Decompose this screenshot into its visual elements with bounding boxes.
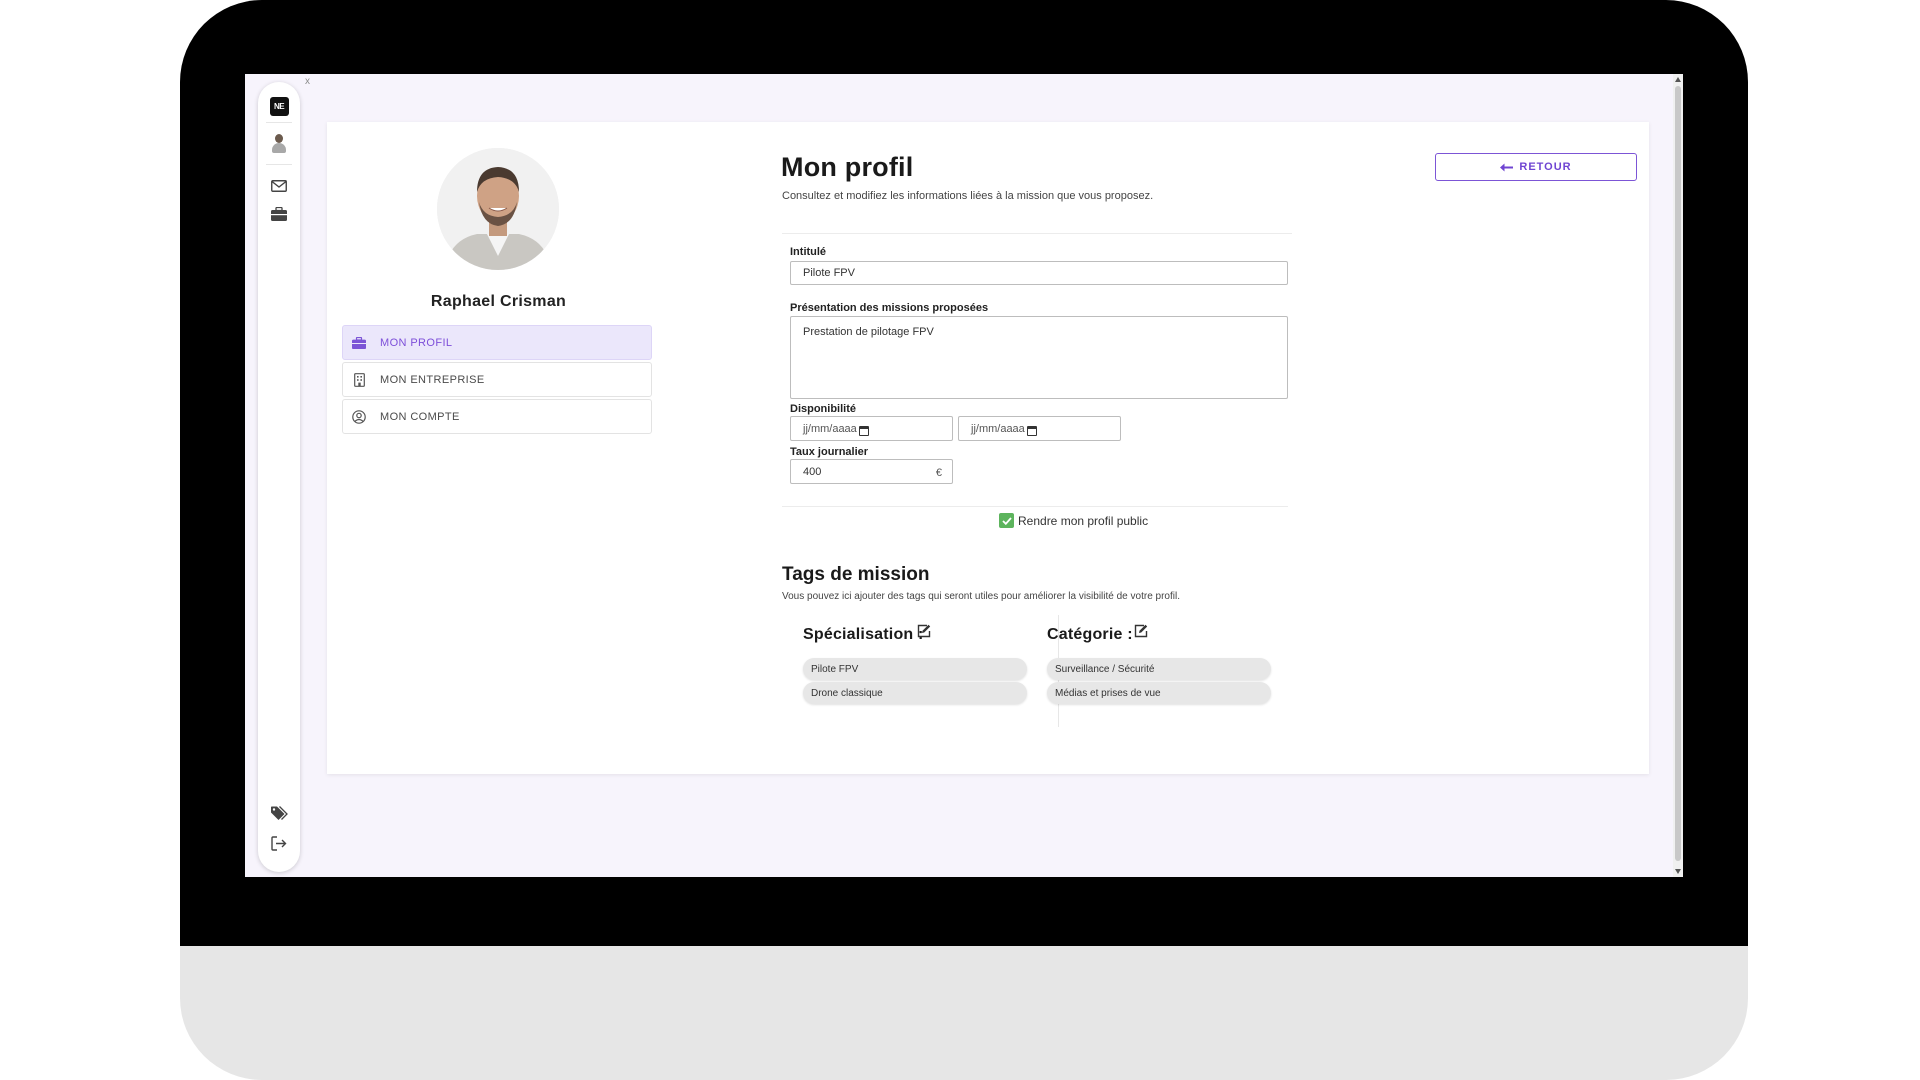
specialisation-tag[interactable]: Drone classique — [803, 682, 1027, 704]
nav-item-label: MON PROFIL — [380, 336, 453, 349]
user-circle-icon — [351, 409, 367, 425]
tags-icon — [270, 805, 288, 820]
sidebar-item-tags[interactable] — [258, 801, 300, 825]
logo[interactable]: NE — [258, 94, 300, 118]
date-end-placeholder: jj/mm/aaaa — [971, 422, 1025, 435]
divider — [782, 506, 1288, 507]
divider — [782, 233, 1292, 234]
nav-item-mon-compte[interactable]: MON COMPTE — [342, 399, 652, 434]
page-subtitle: Consultez et modifiez les informations l… — [782, 190, 1154, 202]
intitule-input[interactable]: Pilote FPV — [790, 261, 1288, 285]
monitor-frame: x NE Raphael Crisman MON PROFIL MON ENTR… — [180, 0, 1748, 1080]
taux-input[interactable]: 400 € — [790, 459, 953, 484]
page-scrollbar[interactable] — [1673, 74, 1683, 877]
avatar — [437, 148, 559, 270]
briefcase-icon — [351, 335, 367, 351]
icon-sidebar: NE — [258, 82, 300, 872]
calendar-icon[interactable] — [859, 426, 869, 436]
presentation-label: Présentation des missions proposées — [790, 302, 989, 314]
intitule-label: Intitulé — [790, 246, 827, 258]
specialisation-heading: Spécialisation : — [803, 626, 924, 643]
specialisation-tag[interactable]: Pilote FPV — [803, 658, 1027, 680]
nav-item-mon-profil[interactable]: MON PROFIL — [342, 325, 652, 360]
categorie-tag[interactable]: Médias et prises de vue — [1047, 682, 1271, 704]
nav-item-label: MON ENTREPRISE — [380, 373, 485, 386]
profile-card: Raphael Crisman MON PROFIL MON ENTREPRIS… — [327, 122, 1649, 774]
taux-value: 400 — [803, 465, 822, 478]
date-start-placeholder: jj/mm/aaaa — [803, 422, 857, 435]
sidebar-item-profile[interactable] — [258, 132, 300, 156]
envelope-icon — [271, 180, 287, 192]
nav-item-mon-entreprise[interactable]: MON ENTREPRISE — [342, 362, 652, 397]
date-end-input[interactable]: jj/mm/aaaa — [958, 416, 1121, 441]
logo-icon: NE — [269, 96, 289, 116]
page-title: Mon profil — [781, 152, 914, 182]
close-icon[interactable]: x — [305, 76, 310, 87]
sidebar-divider — [266, 164, 292, 165]
sidebar-item-missions[interactable] — [258, 202, 300, 226]
tags-section-subtitle: Vous pouvez ici ajouter des tags qui ser… — [782, 591, 1180, 602]
sidebar-divider — [266, 122, 292, 123]
presentation-textarea[interactable]: Prestation de pilotage FPV — [790, 316, 1288, 399]
edit-categorie-icon[interactable] — [1134, 624, 1148, 638]
arrow-left-icon — [1500, 163, 1514, 171]
categorie-tag[interactable]: Surveillance / Sécurité — [1047, 658, 1271, 680]
nav-item-label: MON COMPTE — [380, 410, 460, 423]
monitor-chin — [180, 946, 1748, 1080]
building-icon — [351, 372, 367, 388]
calendar-icon[interactable] — [1027, 426, 1037, 436]
app-screen: x NE Raphael Crisman MON PROFIL MON ENTR… — [245, 74, 1683, 877]
briefcase-icon — [271, 207, 287, 221]
taux-label: Taux journalier — [790, 446, 869, 458]
profile-photo — [437, 148, 559, 270]
user-name: Raphael Crisman — [430, 293, 567, 310]
back-button-label: RETOUR — [1519, 161, 1572, 173]
sidebar-item-messages[interactable] — [258, 174, 300, 198]
currency-label: € — [935, 467, 942, 479]
back-button[interactable]: RETOUR — [1435, 153, 1637, 181]
scroll-up-icon[interactable] — [1675, 77, 1681, 82]
scrollbar-thumb[interactable] — [1675, 86, 1681, 861]
sidebar-item-logout[interactable] — [258, 831, 300, 855]
edit-specialisation-icon[interactable] — [917, 624, 931, 638]
scroll-down-icon[interactable] — [1675, 869, 1681, 874]
public-profile-label[interactable]: Rendre mon profil public — [1018, 514, 1148, 528]
avatar-icon — [270, 133, 288, 155]
public-profile-checkbox[interactable] — [999, 513, 1014, 528]
tags-section-title: Tags de mission — [782, 564, 930, 585]
logout-icon — [271, 835, 287, 851]
checkmark-icon — [1001, 516, 1012, 525]
categorie-heading: Catégorie : — [1047, 626, 1133, 643]
disponibilite-label: Disponibilité — [790, 403, 856, 415]
date-start-input[interactable]: jj/mm/aaaa — [790, 416, 953, 441]
